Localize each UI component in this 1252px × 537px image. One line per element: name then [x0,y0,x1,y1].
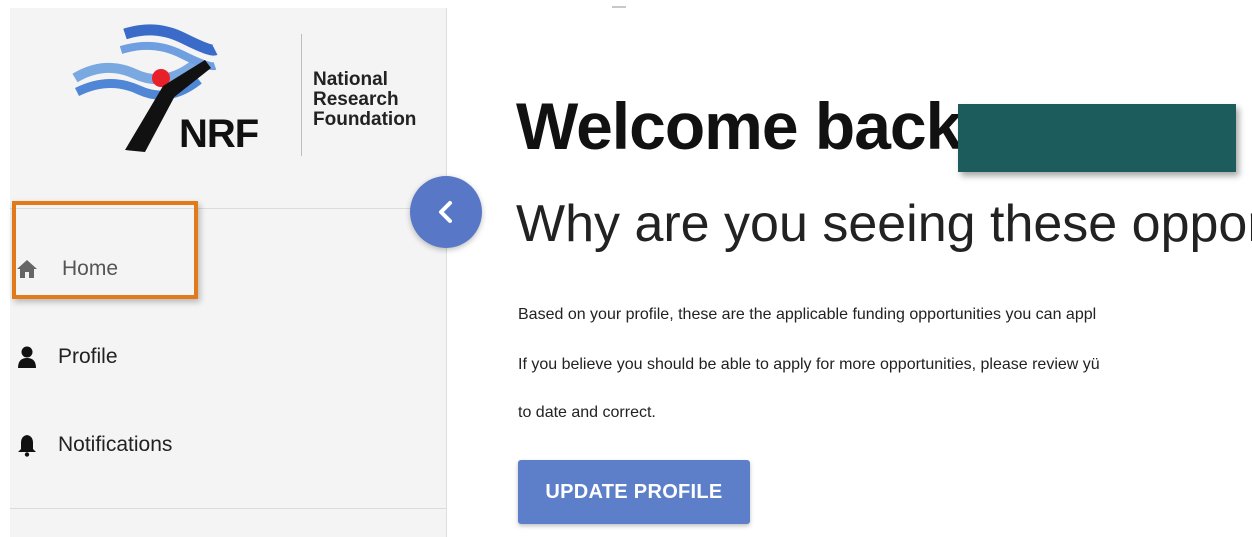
sidebar-divider [10,208,446,209]
page: NRF National Research Foundation Home Pr… [0,0,1252,537]
update-profile-button[interactable]: UPDATE PROFILE [518,460,750,524]
logo-initials: NRF [179,112,259,156]
redacted-username [958,104,1236,172]
sidebar-item-notifications[interactable]: Notifications [10,420,430,470]
sidebar: NRF National Research Foundation Home Pr… [10,8,447,537]
sidebar-collapse-button[interactable] [410,176,482,248]
sidebar-item-home[interactable]: Home [10,244,430,294]
sidebar-item-label: Home [62,257,119,280]
profile-info-line-3: to date and correct. [518,404,656,421]
sidebar-divider-bottom [10,508,446,509]
logo-line-3: Foundation [313,109,417,130]
logo-line-2: Research [313,89,399,110]
profile-info-line-1: Based on your profile, these are the app… [518,306,1097,323]
top-divider [612,6,626,8]
logo-wordmark: National Research Foundation [313,70,416,130]
chevron-left-icon [439,201,452,223]
sidebar-item-profile[interactable]: Profile [10,332,430,382]
sidebar-item-label: Profile [58,345,118,368]
user-icon [14,344,40,370]
profile-info-line-2: If you believe you should be able to app… [518,356,1100,373]
home-icon [14,256,40,282]
logo-divider [301,34,302,156]
sidebar-item-label: Notifications [58,433,173,456]
nrf-logo[interactable]: NRF National Research Foundation [65,20,416,170]
welcome-heading: Welcome back, [516,89,980,163]
opportunities-heading: Why are you seeing these opportur [516,195,1252,253]
bell-icon [14,432,40,458]
logo-line-1: National [313,69,388,90]
